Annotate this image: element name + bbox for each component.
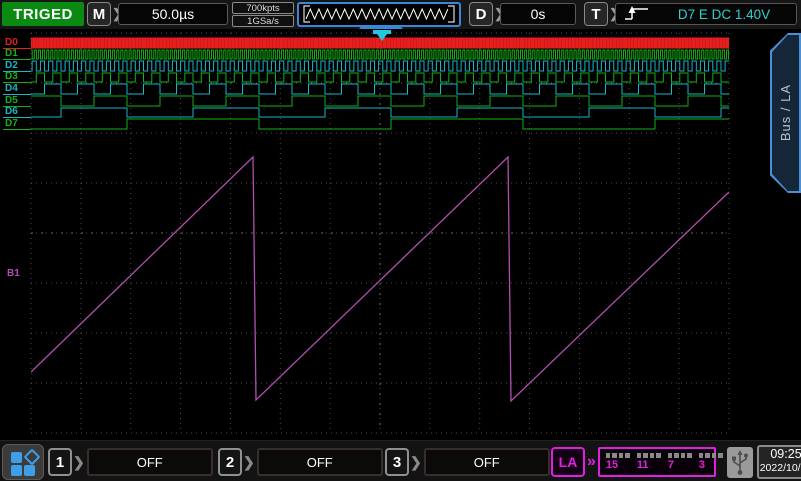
channel-2-badge: 2 xyxy=(218,448,242,476)
channel-label-d7[interactable]: D7 xyxy=(3,118,31,130)
la-bit-status: 15 11 7 3 xyxy=(598,447,716,477)
channel-3-badge: 3 xyxy=(385,448,409,476)
time-value: 09:25 xyxy=(759,447,801,462)
trigger-position-arrow-icon xyxy=(377,34,387,41)
preview-waveform-icon xyxy=(299,4,459,25)
preview-window-handle[interactable] xyxy=(359,25,403,29)
chevron-right-icon: ❯ xyxy=(243,454,255,471)
timebase-value[interactable]: 50.0µs xyxy=(118,3,228,25)
channel-1-state[interactable]: OFF xyxy=(87,448,213,476)
delay-letter: D xyxy=(469,2,493,26)
channel-2-menu[interactable]: 2 ❯ OFF xyxy=(218,447,383,477)
digital-wave-d1 xyxy=(31,50,729,59)
square-icon xyxy=(11,452,22,463)
trigger-letter: T xyxy=(584,2,608,26)
la-bit-group: 15 xyxy=(606,453,630,473)
channel-3-menu[interactable]: 3 ❯ OFF xyxy=(385,447,550,477)
channel-label-d3[interactable]: D3 xyxy=(3,71,31,83)
la-bit-group: 7 xyxy=(668,453,692,473)
chevron-right-icon: ❯ xyxy=(73,454,85,471)
la-badge: LA xyxy=(551,447,585,477)
channel-1-menu[interactable]: 1 ❯ OFF xyxy=(48,447,213,477)
digital-wave-d2 xyxy=(31,61,729,71)
clock: 09:25 2022/10/20 xyxy=(757,445,801,479)
double-chevron-icon: » xyxy=(587,453,596,471)
rising-edge-icon xyxy=(622,5,652,23)
waveform-preview[interactable] xyxy=(297,2,461,27)
sample-rate: 1GSa/s xyxy=(232,15,294,27)
oscilloscope-screen: D0D1D2D3D4D5D6D7 B1 Bus / LA TRIGED M ❯ … xyxy=(0,0,801,481)
bus-la-tab-label: Bus / LA xyxy=(778,84,793,141)
menu-button[interactable] xyxy=(2,444,44,480)
timebase-letter: M xyxy=(87,2,111,26)
bus-la-tab-face: Bus / LA xyxy=(772,35,799,191)
la-bit-label: 3 xyxy=(699,460,723,471)
trigger-status-badge: TRIGED xyxy=(2,2,84,26)
bottom-menu-bar: 1 ❯ OFF 2 ❯ OFF 3 ❯ OFF LA » 15 1 xyxy=(0,440,801,481)
delay-value[interactable]: 0s xyxy=(500,3,576,25)
diamond-icon xyxy=(24,449,41,466)
channel-label-d6[interactable]: D6 xyxy=(3,106,31,118)
trigger-source-value: D7 E DC 1.40V xyxy=(652,7,796,22)
trigger-info[interactable]: D7 E DC 1.40V xyxy=(615,3,797,25)
status-bar: TRIGED M ❯ 50.0µs 700kpts 1GSa/s D ❯ 0s … xyxy=(0,0,801,29)
memory-depth: 700kpts xyxy=(232,2,294,14)
square-icon xyxy=(11,465,22,476)
digital-wave-d6 xyxy=(31,108,729,117)
channel-2-state[interactable]: OFF xyxy=(257,448,383,476)
logic-analyzer-indicator[interactable]: LA » 15 11 7 3 xyxy=(551,446,716,478)
channel-label-d4[interactable]: D4 xyxy=(3,83,31,95)
date-value: 2022/10/20 xyxy=(759,462,801,475)
waveform-display xyxy=(0,0,801,481)
la-bit-label: 11 xyxy=(637,460,661,471)
la-bit-label: 15 xyxy=(606,460,630,471)
bus1-label[interactable]: B1 xyxy=(7,268,20,279)
chevron-right-icon: ❯ xyxy=(410,454,422,471)
channel-label-d1[interactable]: D1 xyxy=(3,48,31,60)
channel-1-badge: 1 xyxy=(48,448,72,476)
usb-device-icon xyxy=(727,447,753,478)
la-bit-group: 11 xyxy=(637,453,661,473)
la-bit-group: 3 xyxy=(699,453,723,473)
channel-3-state[interactable]: OFF xyxy=(424,448,550,476)
square-icon xyxy=(24,465,35,476)
bus-la-menu-tab[interactable]: Bus / LA xyxy=(770,33,801,193)
la-bit-label: 7 xyxy=(668,460,692,471)
